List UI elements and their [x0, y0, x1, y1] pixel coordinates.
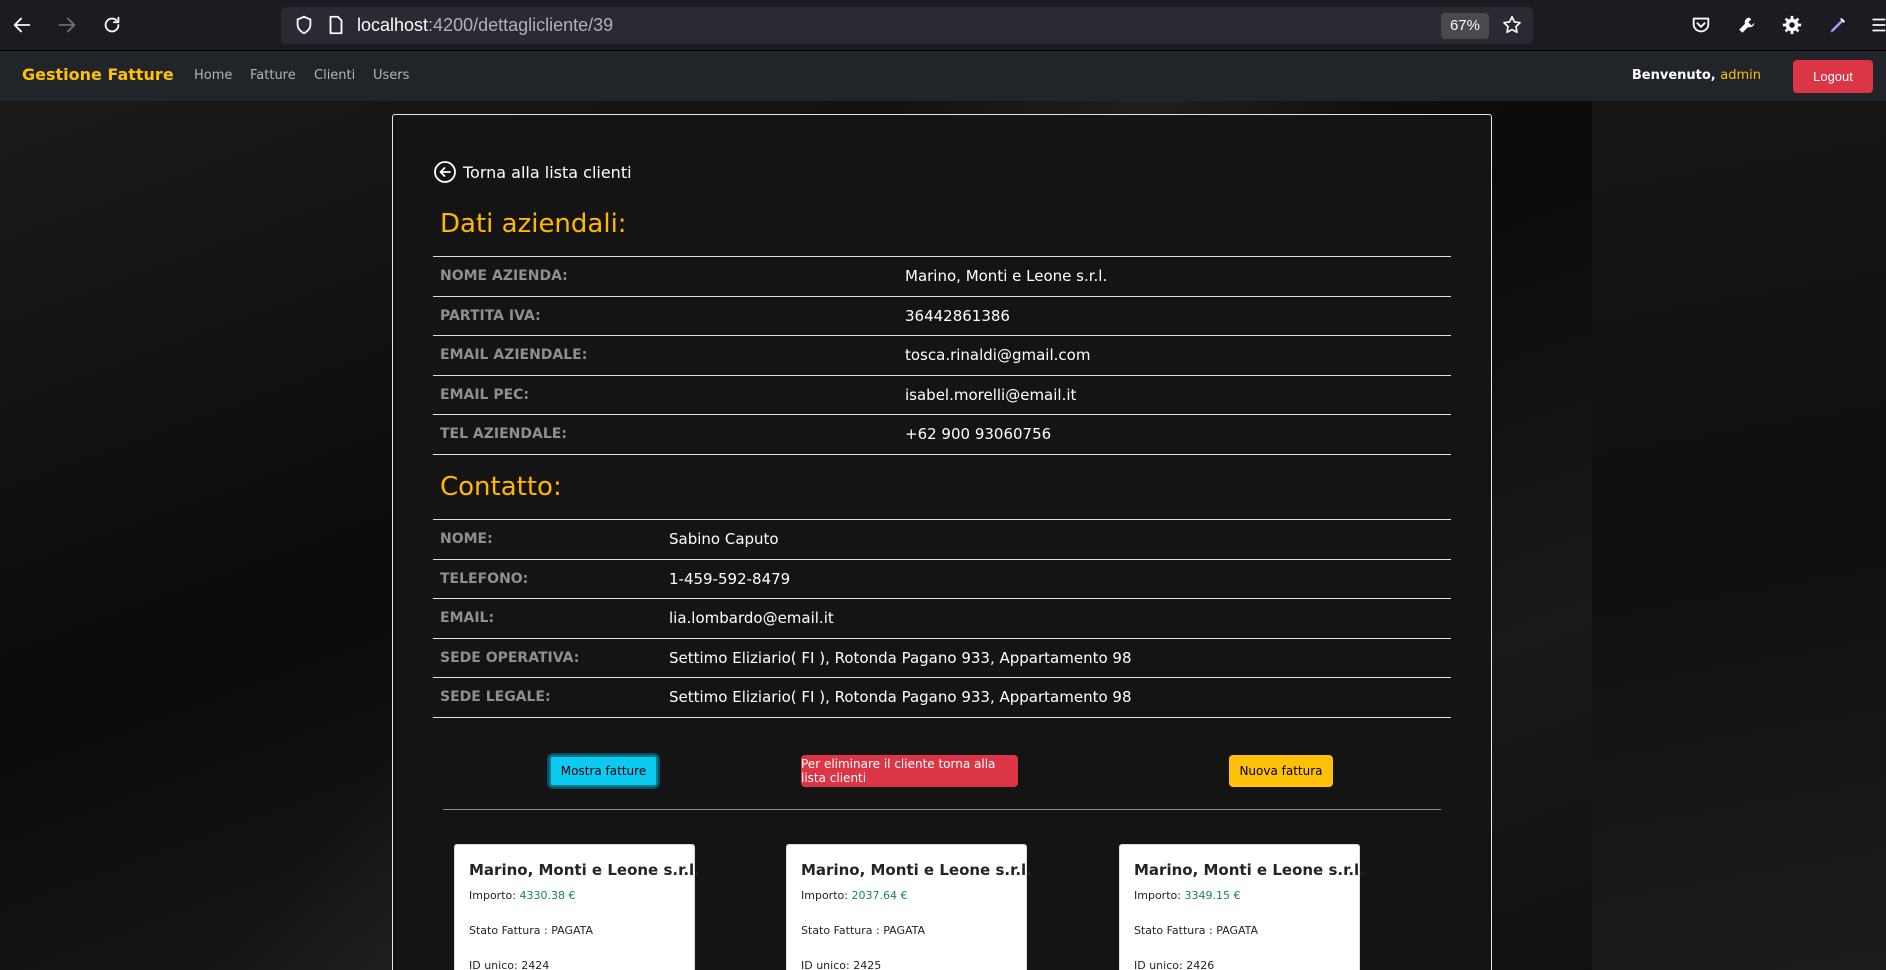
- row-label: EMAIL AZIENDALE:: [440, 347, 588, 364]
- welcome-text: Benvenuto, admin: [1631, 68, 1761, 83]
- wrench-icon[interactable]: [1734, 12, 1760, 38]
- menu-icon[interactable]: [1870, 12, 1886, 38]
- pocket-icon[interactable]: [1688, 12, 1714, 38]
- arrow-right-icon: [58, 17, 76, 33]
- delete-client-button[interactable]: Per eliminare il cliente torna alla list…: [801, 755, 1018, 787]
- brand-logo[interactable]: Gestione Fatture: [22, 65, 174, 84]
- page-icon[interactable]: [323, 12, 349, 38]
- row-value: 1-459-592-8479: [669, 569, 791, 588]
- client-detail-panel: Torna alla lista clienti Dati aziendali:…: [392, 114, 1492, 970]
- card-id: ID unico: 2425: [801, 959, 882, 970]
- company-data-table: NOME AZIENDA: Marino, Monti e Leone s.r.l…: [433, 256, 1451, 455]
- contact-table: NOME: Sabino Caputo TELEFONO: 1-459-592-84…: [433, 519, 1451, 718]
- username: admin: [1720, 68, 1761, 83]
- invoice-card[interactable]: Marino, Monti e Leone s.r.l. Importo: 20…: [786, 844, 1032, 970]
- row-label: SEDE LEGALE:: [440, 689, 551, 706]
- table-row: EMAIL AZIENDALE: tosca.rinaldi@gmail.com: [433, 335, 1451, 376]
- nav-link-users[interactable]: Users: [373, 68, 409, 83]
- app-navbar: Gestione Fatture Home Fatture Clienti Us…: [0, 50, 1886, 101]
- shield-icon[interactable]: [291, 12, 317, 38]
- row-label: EMAIL:: [440, 610, 495, 627]
- card-id: ID unico: 2426: [1134, 959, 1215, 970]
- card-title: Marino, Monti e Leone s.r.l.: [1134, 861, 1365, 879]
- table-row: SEDE OPERATIVA: Settimo Eliziario( FI ), …: [433, 638, 1451, 678]
- card-title: Marino, Monti e Leone s.r.l.: [801, 861, 1032, 879]
- card-id: ID unico: 2424: [469, 959, 550, 970]
- row-value: +62 900 93060756: [905, 425, 1052, 444]
- table-row: NOME: Sabino Caputo: [433, 519, 1451, 560]
- nav-link-home[interactable]: Home: [194, 68, 232, 83]
- card-title: Marino, Monti e Leone s.r.l.: [469, 861, 700, 879]
- logout-button[interactable]: Logout: [1793, 60, 1873, 93]
- row-value: isabel.morelli@email.it: [905, 385, 1077, 404]
- browser-toolbar: localhost:4200/dettaglicliente/39 67%: [0, 0, 1886, 50]
- arrow-circle-left-icon: [434, 161, 456, 183]
- table-row: SEDE LEGALE: Settimo Eliziario( FI ), Rot…: [433, 677, 1451, 717]
- row-label: TEL AZIENDALE:: [440, 426, 567, 443]
- card-amount: Importo: 2037.64 €: [801, 889, 908, 902]
- row-value: tosca.rinaldi@gmail.com: [905, 346, 1091, 365]
- forward-button[interactable]: [47, 5, 87, 45]
- back-link-label: Torna alla lista clienti: [463, 162, 632, 182]
- row-value: 36442861386: [905, 306, 1010, 325]
- card-status: Stato Fattura : PAGATA: [1134, 924, 1259, 937]
- row-label: SEDE OPERATIVA:: [440, 649, 580, 666]
- divider: [443, 809, 1441, 810]
- contact-title: Contatto:: [440, 472, 562, 502]
- row-label: TELEFONO:: [440, 570, 529, 587]
- zoom-level[interactable]: 67%: [1440, 13, 1489, 39]
- arrow-left-icon: [13, 17, 31, 33]
- row-label: NOME:: [440, 531, 493, 548]
- back-button[interactable]: [2, 5, 42, 45]
- row-value: Sabino Caputo: [669, 530, 779, 549]
- row-label: NOME AZIENDA:: [440, 268, 568, 285]
- star-icon[interactable]: [1499, 12, 1525, 38]
- new-invoice-button[interactable]: Nuova fattura: [1229, 755, 1333, 787]
- reload-button[interactable]: [92, 5, 132, 45]
- gear-icon[interactable]: [1779, 12, 1805, 38]
- nav-link-fatture[interactable]: Fatture: [250, 68, 296, 83]
- url-text[interactable]: localhost:4200/dettaglicliente/39: [357, 15, 613, 36]
- card-status: Stato Fattura : PAGATA: [469, 924, 594, 937]
- card-amount: Importo: 4330.38 €: [469, 889, 576, 902]
- card-amount: Importo: 3349.15 €: [1134, 889, 1241, 902]
- card-status: Stato Fattura : PAGATA: [801, 924, 926, 937]
- address-bar[interactable]: localhost:4200/dettaglicliente/39 67%: [281, 7, 1533, 44]
- table-row: NOME AZIENDA: Marino, Monti e Leone s.r.l…: [433, 256, 1451, 297]
- row-label: PARTITA IVA:: [440, 307, 541, 324]
- row-value: Settimo Eliziario( FI ), Rotonda Pagano …: [669, 648, 1132, 667]
- row-label: EMAIL PEC:: [440, 386, 530, 403]
- invoice-card[interactable]: Marino, Monti e Leone s.r.l. Importo: 43…: [454, 844, 700, 970]
- show-invoices-button[interactable]: Mostra fatture: [549, 755, 658, 787]
- nav-link-clienti[interactable]: Clienti: [314, 68, 355, 83]
- row-value: Settimo Eliziario( FI ), Rotonda Pagano …: [669, 688, 1132, 707]
- reload-icon: [104, 16, 120, 33]
- back-to-clients-link[interactable]: Torna alla lista clienti: [433, 160, 632, 184]
- row-value: lia.lombardo@email.it: [669, 609, 834, 628]
- invoice-card[interactable]: Marino, Monti e Leone s.r.l. Importo: 33…: [1119, 844, 1365, 970]
- pen-icon[interactable]: [1825, 12, 1851, 38]
- table-row: TELEFONO: 1-459-592-8479: [433, 559, 1451, 599]
- row-value: Marino, Monti e Leone s.r.l.: [905, 267, 1108, 286]
- table-row: EMAIL: lia.lombardo@email.it: [433, 598, 1451, 639]
- company-data-title: Dati aziendali:: [440, 209, 627, 239]
- table-row: PARTITA IVA: 36442861386: [433, 296, 1451, 336]
- page-background-right: [1592, 101, 1886, 970]
- table-row: TEL AZIENDALE: +62 900 93060756: [433, 414, 1451, 454]
- table-row: EMAIL PEC: isabel.morelli@email.it: [433, 375, 1451, 415]
